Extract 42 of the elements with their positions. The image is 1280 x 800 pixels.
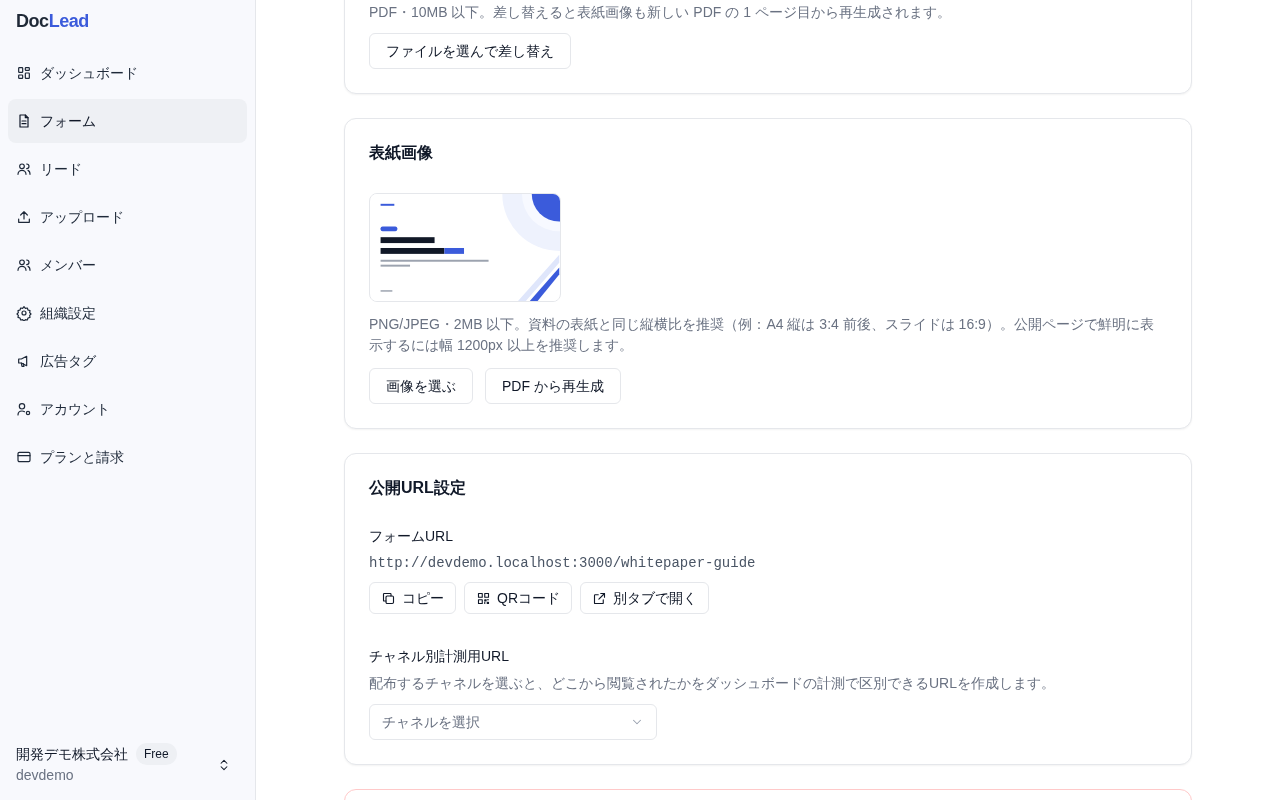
logo-text: Doc [16, 10, 49, 33]
url-text: http://devdemo.localhost:3000/whitepaper-guide [369, 554, 757, 573]
sidebar-item[interactable]: リード [8, 147, 247, 191]
copy-icon [381, 590, 396, 606]
sidebar-item[interactable]: アップロード [8, 195, 247, 239]
plan-badge: Free [136, 743, 177, 765]
button[interactable]: 別タブで開く [580, 582, 709, 614]
sidebar-item[interactable]: アカウント [8, 387, 247, 431]
card-title: 公開URL設定 [369, 478, 467, 498]
sidebar-item[interactable]: プランと請求 [8, 435, 247, 479]
organization-slug: devdemo [16, 766, 75, 785]
card-title: 表紙画像 [369, 143, 434, 163]
sidebar-item[interactable]: フォーム [8, 99, 247, 143]
hint-text: PNG/JPEG・2MB 以下。資料の表紙と同じ縦横比を推奨（例：A4 縦は 3:4 前後、スライドは 16:9）。公開ページで鮮明に表示するには幅 1200px 以上を推奨します。 [369, 315, 1155, 355]
upload-icon [16, 209, 32, 225]
users-icon [16, 161, 32, 177]
button[interactable]: ファイルを選んで差し替え [369, 33, 571, 69]
button[interactable]: 画像を選ぶ [369, 368, 473, 404]
sidebar-item[interactable]: 組織設定 [8, 291, 247, 335]
external-link-icon [592, 590, 607, 606]
sidebar-item[interactable]: メンバー [8, 243, 247, 287]
organization-switcher[interactable]: 開発デモ株式会社 Free devdemo [8, 739, 247, 790]
field-label: チャネル別計測用URL [369, 647, 510, 666]
users-icon [16, 257, 32, 273]
field-label: フォームURL [369, 527, 454, 546]
sidebar-item[interactable]: ダッシュボード [8, 51, 247, 95]
organization-name: 開発デモ株式会社 [16, 744, 128, 764]
settings-icon [16, 305, 32, 321]
grid-icon [16, 65, 32, 81]
hint-text: 配布するチャネルを選ぶと、どこから閲覧されたかをダッシュボードの計測で区別できるURLを作成します。 [369, 674, 1056, 693]
document-icon [16, 113, 32, 129]
button[interactable]: QRコード [464, 582, 572, 614]
sidebar-item[interactable]: 広告タグ [8, 339, 247, 383]
chevron-updown-icon [217, 757, 231, 772]
logo-text: Lead [48, 10, 89, 33]
channel-select[interactable]: チャネルを選択 [369, 704, 657, 740]
button[interactable]: コピー [369, 582, 456, 614]
user-gear-icon [16, 401, 32, 417]
hint-text: PDF・10MB 以下。差し替えると表紙画像も新しい PDF の 1 ページ目から再生成されます。 [369, 3, 952, 22]
qr-code-icon [476, 590, 491, 606]
card-icon [16, 449, 32, 465]
button[interactable]: PDF から再生成 [485, 368, 621, 404]
